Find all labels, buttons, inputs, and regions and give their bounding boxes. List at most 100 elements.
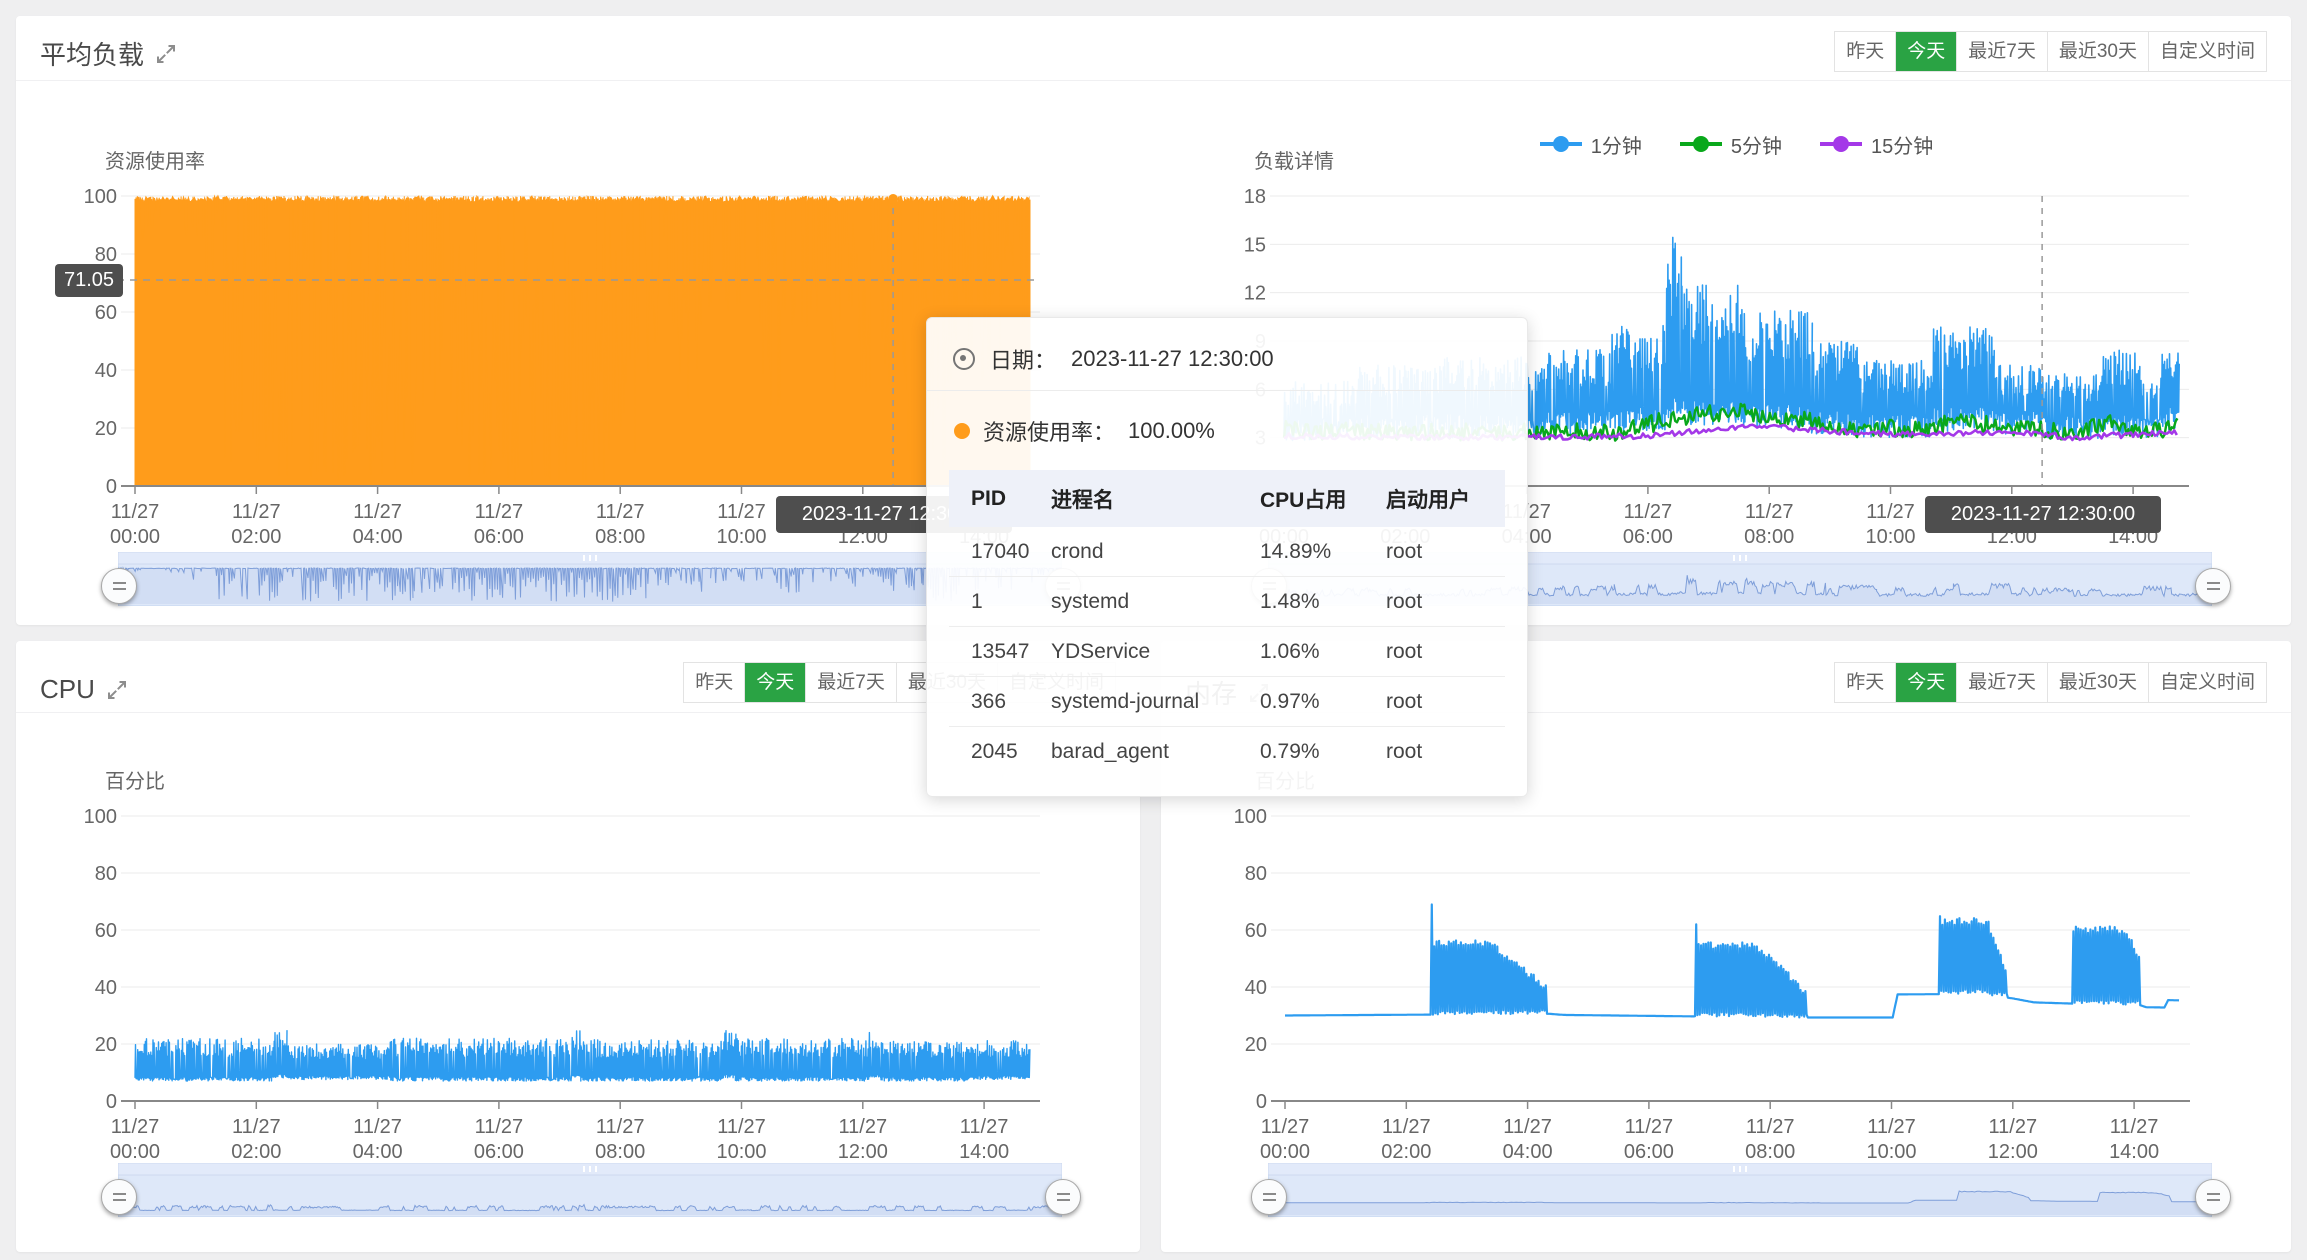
time-range-button-3[interactable]: 最近30天: [2047, 32, 2148, 71]
svg-text:11/27: 11/27: [475, 501, 524, 523]
svg-text:00:00: 00:00: [110, 1141, 160, 1163]
process-cell: root: [1386, 640, 1505, 664]
cpu-usage-chart[interactable]: 02040608010011/2700:0011/2702:0011/2704:…: [60, 746, 1100, 1166]
svg-text:11/27: 11/27: [1261, 1116, 1310, 1138]
tooltip-metric-value: 100.00%: [1128, 418, 1215, 444]
svg-text:11/27: 11/27: [232, 501, 281, 523]
process-table-header-cell: 进程名: [1051, 484, 1260, 514]
load-time-range-group: 昨天今天最近7天最近30天自定义时间: [1834, 31, 2267, 72]
series-color-dot: [954, 423, 970, 439]
process-cell: crond: [1051, 540, 1260, 564]
svg-text:06:00: 06:00: [1624, 1141, 1674, 1163]
time-range-button-2[interactable]: 最近7天: [1956, 663, 2047, 702]
memory-datazoom-slider[interactable]: [1268, 1163, 2212, 1217]
svg-text:11/27: 11/27: [111, 501, 160, 523]
svg-text:100: 100: [84, 806, 117, 828]
svg-text:11/27: 11/27: [353, 501, 402, 523]
svg-text:11/27: 11/27: [1625, 1116, 1674, 1138]
datazoom-handle-left[interactable]: [101, 568, 137, 604]
process-cell: root: [1386, 590, 1505, 614]
svg-text:10:00: 10:00: [1865, 526, 1915, 548]
datazoom-handle-right[interactable]: [2195, 1179, 2231, 1215]
x-axis: [121, 486, 1040, 494]
time-range-button-1[interactable]: 今天: [1895, 32, 1956, 71]
tooltip-date-label: 日期：: [990, 343, 1056, 375]
memory-usage-chart[interactable]: 02040608010011/2700:0011/2702:0011/2704:…: [1228, 746, 2238, 1166]
time-range-button-2[interactable]: 最近7天: [805, 663, 896, 702]
y-axis-labels: 020406080100: [1234, 806, 1267, 1113]
svg-text:11/27: 11/27: [1989, 1116, 2038, 1138]
svg-text:04:00: 04:00: [353, 526, 403, 548]
process-cell: 0.79%: [1260, 740, 1386, 764]
chart-title: 百分比: [105, 770, 165, 793]
svg-text:15: 15: [1244, 234, 1266, 256]
datazoom-handle-left[interactable]: [101, 1179, 137, 1215]
hover-point-dot: [888, 194, 898, 204]
time-range-button-0[interactable]: 昨天: [1835, 663, 1895, 702]
datazoom-handle-right[interactable]: [1045, 1179, 1081, 1215]
svg-text:11/27: 11/27: [232, 1116, 281, 1138]
cpu-panel-title: CPU: [40, 674, 129, 705]
svg-text:11/27: 11/27: [1624, 501, 1673, 523]
expand-icon[interactable]: [154, 42, 178, 66]
process-cell: YDService: [1051, 640, 1260, 664]
time-range-button-4[interactable]: 自定义时间: [2148, 663, 2266, 702]
clock-target-icon: [953, 348, 975, 370]
chart-title: 负载详情: [1254, 150, 1334, 173]
tooltip-divider: [927, 390, 1527, 391]
process-cell: 13547: [971, 640, 1051, 664]
cpu-usage-svg: 02040608010011/2700:0011/2702:0011/2704:…: [60, 746, 1100, 1166]
svg-text:80: 80: [95, 863, 117, 885]
svg-text:11/27: 11/27: [596, 501, 645, 523]
process-cell: 14.89%: [1260, 540, 1386, 564]
time-range-button-3[interactable]: 最近30天: [2047, 663, 2148, 702]
load-panel-title-text: 平均负载: [40, 35, 144, 72]
time-range-button-1[interactable]: 今天: [1895, 663, 1956, 702]
series: [135, 1031, 1030, 1081]
svg-text:11/27: 11/27: [1745, 501, 1794, 523]
process-cell: root: [1386, 540, 1505, 564]
resource-usage-datazoom-slider[interactable]: [118, 552, 1062, 606]
process-cell: barad_agent: [1051, 740, 1260, 764]
svg-text:40: 40: [95, 977, 117, 999]
memory-time-range-group: 昨天今天最近7天最近30天自定义时间: [1834, 662, 2267, 703]
svg-text:11/27: 11/27: [353, 1116, 402, 1138]
svg-text:11/27: 11/27: [717, 501, 766, 523]
svg-text:10:00: 10:00: [716, 526, 766, 548]
tooltip-date-value: 2023-11-27 12:30:00: [1071, 346, 1274, 372]
datazoom-svg: [118, 1163, 1062, 1217]
datazoom-svg: [1268, 1163, 2212, 1217]
time-range-button-0[interactable]: 昨天: [1835, 32, 1895, 71]
process-cell: systemd-journal: [1051, 690, 1260, 714]
chart-tooltip: 日期： 2023-11-27 12:30:00 资源使用率： 100.00% P…: [926, 317, 1528, 797]
svg-text:11/27: 11/27: [1866, 501, 1915, 523]
process-cell: 17040: [971, 540, 1051, 564]
svg-text:10:00: 10:00: [716, 1141, 766, 1163]
svg-text:18: 18: [1244, 186, 1266, 208]
svg-text:20: 20: [95, 1034, 117, 1056]
process-cell: root: [1386, 740, 1505, 764]
svg-text:40: 40: [95, 360, 117, 382]
process-cell: 366: [971, 690, 1051, 714]
process-table-header-cell: CPU占用: [1260, 484, 1386, 514]
process-table-header-cell: 启动用户: [1386, 484, 1505, 514]
process-table: PID进程名CPU占用启动用户17040crond14.89%root1syst…: [949, 470, 1505, 776]
process-cell: 1.06%: [1260, 640, 1386, 664]
tooltip-date-row: 日期： 2023-11-27 12:30:00: [953, 343, 1274, 375]
series: [135, 196, 1030, 486]
svg-text:60: 60: [95, 302, 117, 324]
svg-text:02:00: 02:00: [231, 1141, 281, 1163]
time-range-button-4[interactable]: 自定义时间: [2148, 32, 2266, 71]
expand-icon[interactable]: [105, 678, 129, 702]
svg-text:10:00: 10:00: [1866, 1141, 1916, 1163]
time-range-button-0[interactable]: 昨天: [684, 663, 744, 702]
time-range-button-2[interactable]: 最近7天: [1956, 32, 2047, 71]
svg-text:06:00: 06:00: [1623, 526, 1673, 548]
datazoom-handle-right[interactable]: [2195, 568, 2231, 604]
datazoom-handle-left[interactable]: [1251, 1179, 1287, 1215]
svg-text:11/27: 11/27: [839, 1116, 888, 1138]
cpu-datazoom-slider[interactable]: [118, 1163, 1062, 1217]
tooltip-metric-row: 资源使用率： 100.00%: [954, 415, 1215, 447]
time-range-button-1[interactable]: 今天: [744, 663, 805, 702]
y-axis-pointer-badge: 71.05: [55, 264, 123, 297]
